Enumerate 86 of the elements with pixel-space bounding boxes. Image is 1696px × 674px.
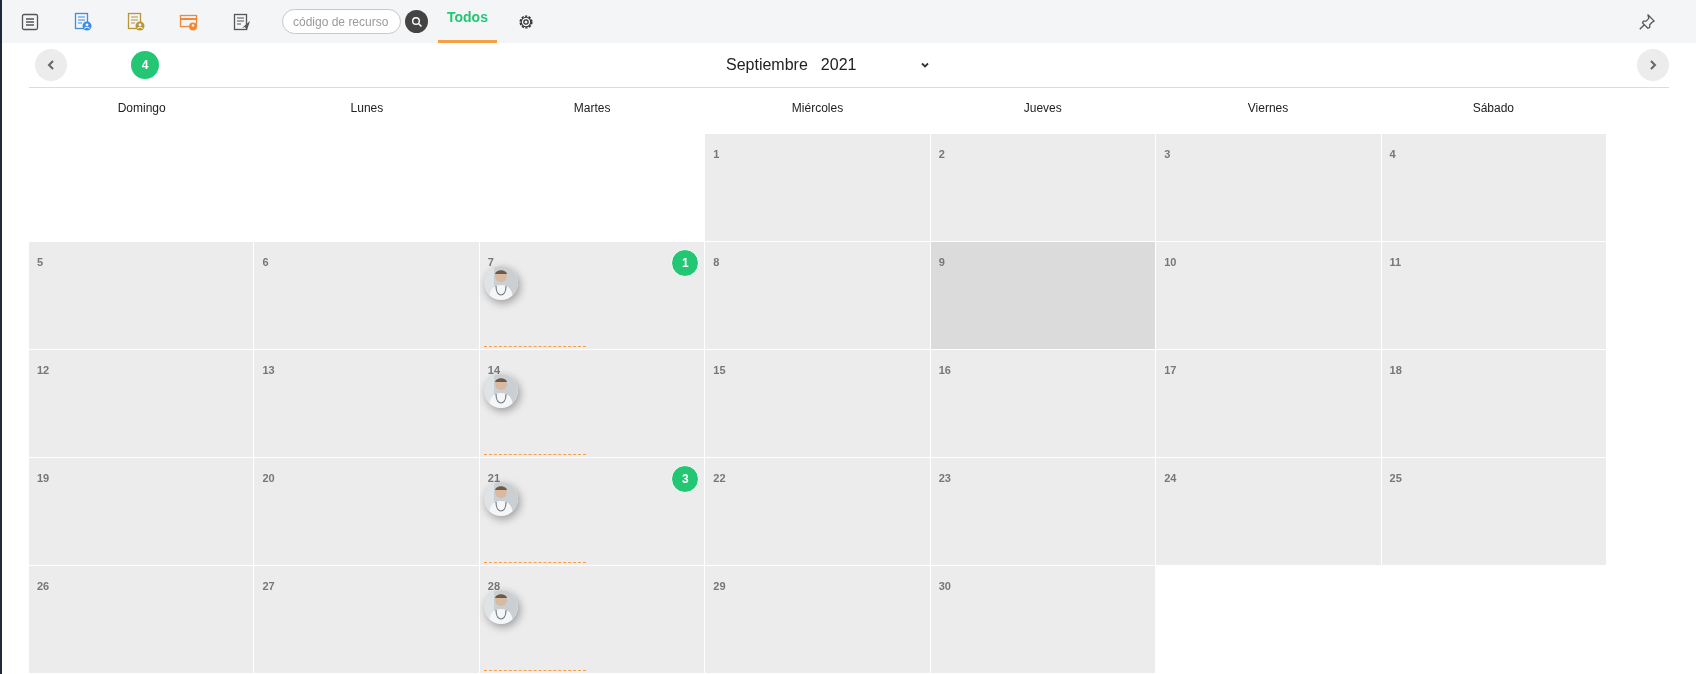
day-number: 20 bbox=[262, 472, 275, 484]
search-field[interactable]: código de recurso bbox=[282, 9, 401, 34]
day-number: 15 bbox=[713, 364, 726, 376]
day-cell[interactable]: 30 bbox=[930, 566, 1156, 673]
document-send-icon[interactable] bbox=[232, 11, 252, 32]
day-number: 8 bbox=[713, 256, 720, 268]
day-number: 30 bbox=[938, 580, 951, 592]
day-number: 13 bbox=[262, 364, 275, 376]
weekday-label: Viernes bbox=[1247, 100, 1289, 117]
day-cell[interactable]: 9 bbox=[930, 242, 1156, 349]
list-icon[interactable] bbox=[20, 11, 40, 32]
day-cell[interactable]: 3 bbox=[1156, 134, 1381, 241]
day-cell[interactable]: 20 bbox=[254, 458, 479, 565]
day-number: 1 bbox=[713, 148, 720, 160]
previous-button[interactable] bbox=[35, 49, 67, 81]
day-number: 2 bbox=[938, 148, 945, 160]
count-badge: 3 bbox=[671, 465, 700, 493]
weekday-label: Martes bbox=[573, 100, 611, 117]
month-label: Septiembre bbox=[726, 55, 808, 75]
day-cell[interactable]: 23 bbox=[930, 458, 1156, 565]
weekday-label: Lunes bbox=[350, 100, 384, 117]
day-number: 16 bbox=[938, 364, 951, 376]
weekday-label: Sábado bbox=[1472, 100, 1515, 117]
day-cell[interactable]: 29 bbox=[705, 566, 930, 673]
day-cell[interactable]: 4 bbox=[1381, 134, 1606, 241]
search-icon bbox=[410, 15, 423, 28]
day-cell[interactable]: 14 bbox=[479, 350, 705, 457]
day-cell[interactable]: 11 bbox=[1381, 242, 1606, 349]
day-number: 7 bbox=[487, 256, 494, 268]
day-number: 18 bbox=[1389, 364, 1402, 376]
weekday-label: Domingo bbox=[117, 100, 166, 117]
day-number: 27 bbox=[262, 580, 275, 592]
day-number: 11 bbox=[1389, 256, 1402, 268]
day-cell[interactable]: 7 1 bbox=[479, 242, 705, 349]
day-cell[interactable]: 13 bbox=[254, 350, 479, 457]
day-number: 6 bbox=[262, 256, 269, 268]
dropdown-icon[interactable] bbox=[920, 60, 931, 70]
chevron-left-icon bbox=[45, 59, 57, 71]
day-cell[interactable]: 25 bbox=[1381, 458, 1606, 565]
day-number: 25 bbox=[1389, 472, 1402, 484]
day-number: 12 bbox=[37, 364, 50, 376]
day-number: 19 bbox=[37, 472, 50, 484]
day-number: 4 bbox=[1389, 148, 1396, 160]
weekday-label: Miércoles bbox=[791, 100, 844, 117]
count-badge: 4 bbox=[131, 51, 159, 79]
day-cell[interactable]: 15 bbox=[705, 350, 930, 457]
chevron-right-icon bbox=[1647, 59, 1659, 71]
day-number: 21 bbox=[487, 472, 501, 484]
day-number: 17 bbox=[1164, 364, 1177, 376]
count-badge: 1 bbox=[671, 249, 700, 277]
document-user-icon[interactable] bbox=[126, 11, 146, 32]
day-cell[interactable]: 6 bbox=[254, 242, 479, 349]
day-cell[interactable]: 10 bbox=[1156, 242, 1381, 349]
weekday-label: Jueves bbox=[1023, 100, 1062, 117]
day-number: 26 bbox=[37, 580, 50, 592]
day-cell[interactable]: 8 bbox=[705, 242, 930, 349]
year-label: 2021 bbox=[820, 55, 857, 75]
search-button[interactable] bbox=[405, 10, 428, 33]
day-cell[interactable]: 18 bbox=[1381, 350, 1606, 457]
day-number: 23 bbox=[938, 472, 951, 484]
day-cell[interactable]: 2 bbox=[930, 134, 1156, 241]
day-number: 9 bbox=[938, 256, 945, 268]
day-number: 5 bbox=[37, 256, 44, 268]
pin-icon[interactable] bbox=[1638, 12, 1656, 31]
day-cell[interactable]: 19 bbox=[29, 458, 254, 565]
document-user-icon[interactable] bbox=[73, 11, 93, 32]
day-number: 28 bbox=[487, 580, 501, 592]
day-number: 14 bbox=[487, 364, 501, 376]
day-number: 22 bbox=[713, 472, 726, 484]
day-number: 29 bbox=[713, 580, 726, 592]
day-cell[interactable]: 1 bbox=[705, 134, 930, 241]
day-cell[interactable]: 5 bbox=[29, 242, 254, 349]
next-button[interactable] bbox=[1637, 49, 1669, 81]
day-cell[interactable]: 24 bbox=[1156, 458, 1381, 565]
day-cell[interactable]: 28 bbox=[479, 566, 705, 673]
day-number: 3 bbox=[1164, 148, 1171, 160]
day-cell[interactable]: 27 bbox=[254, 566, 479, 673]
day-cell[interactable]: 26 bbox=[29, 566, 254, 673]
day-number: 10 bbox=[1164, 256, 1177, 268]
day-cell[interactable]: 16 bbox=[930, 350, 1156, 457]
day-cell[interactable]: 17 bbox=[1156, 350, 1381, 457]
day-cell[interactable]: 22 bbox=[705, 458, 930, 565]
tab[interactable]: Todos bbox=[438, 0, 497, 43]
day-cell[interactable]: 12 bbox=[29, 350, 254, 457]
day-cell[interactable]: 21 3 bbox=[479, 458, 705, 565]
day-number: 24 bbox=[1164, 472, 1177, 484]
